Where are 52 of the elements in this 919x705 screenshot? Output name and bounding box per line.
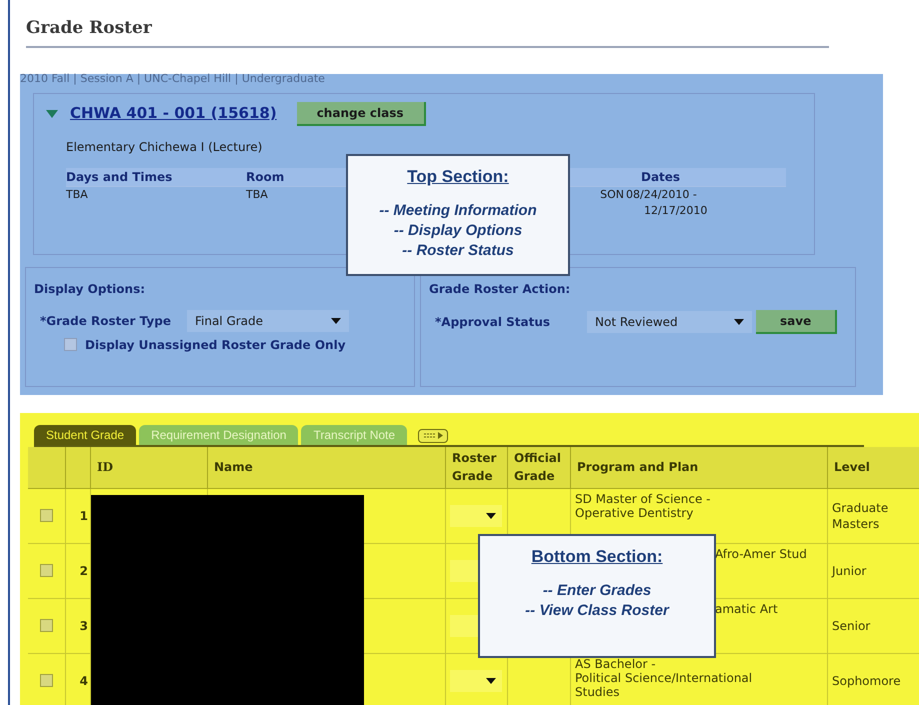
column-header: Program and Plan xyxy=(571,446,828,488)
dropdown[interactable]: Final Grade xyxy=(186,310,349,332)
save-button[interactable]: save xyxy=(756,310,838,334)
column-header: ID xyxy=(91,446,208,488)
table-cell-text: Sophomore xyxy=(831,672,902,690)
column-header: Days and Times xyxy=(66,168,174,186)
checkbox[interactable] xyxy=(64,338,77,351)
caret-icon xyxy=(486,678,496,684)
callout-line: -- Meeting Information xyxy=(379,201,537,221)
checkbox-label: Display Unassigned Roster Grade Only xyxy=(85,336,346,354)
checkbox[interactable] xyxy=(40,619,53,632)
callout-line: -- Display Options xyxy=(394,221,522,241)
change-class-button[interactable]: change class xyxy=(296,102,426,126)
checkbox[interactable] xyxy=(40,674,53,687)
caret-icon xyxy=(734,318,744,324)
table-cell-text: SON xyxy=(600,186,624,202)
field-label: *Grade Roster Type xyxy=(40,312,171,330)
row-number: 3 xyxy=(80,618,88,634)
class-description: Elementary Chichewa I (Lecture) xyxy=(66,138,264,156)
page-title: Grade Roster xyxy=(26,16,829,48)
column-header: Level xyxy=(828,446,919,488)
field-label: *Approval Status xyxy=(435,314,552,330)
row-number: 4 xyxy=(80,672,88,690)
term-text: 2010 Fall | Session A | UNC-Chapel Hill | Undergraduate xyxy=(20,70,326,87)
table-cell-text: TBA xyxy=(66,186,89,202)
class-link[interactable]: CHWA 401 - 001 (15618) xyxy=(70,102,277,125)
section-heading: Display Options: xyxy=(34,280,146,298)
checkbox[interactable] xyxy=(40,564,53,577)
tab[interactable]: Student Grade xyxy=(34,424,136,444)
show-columns-icon[interactable] xyxy=(418,428,448,442)
row-number: 2 xyxy=(80,562,88,580)
dropdown[interactable]: Not Reviewed xyxy=(587,310,752,332)
table-cell-text: 08/24/2010 - 12/17/2010 xyxy=(626,186,708,219)
table-cell-text: Junior xyxy=(830,562,868,580)
grade-dropdown[interactable] xyxy=(450,504,502,526)
caret-icon xyxy=(486,512,496,518)
table-cell: TBA xyxy=(246,188,268,200)
callout-title: Top Section: xyxy=(407,166,509,188)
table-cell-text: Graduate Masters xyxy=(831,500,890,532)
table-cell-text: Senior xyxy=(831,618,872,634)
section-heading: Grade Roster Action: xyxy=(429,280,572,298)
caret-icon xyxy=(330,318,341,324)
grade-dropdown[interactable] xyxy=(450,670,502,692)
column-header: Room xyxy=(246,170,284,184)
column-header: Dates xyxy=(640,168,682,186)
row-number: 1 xyxy=(80,508,88,524)
column-header: Roster Grade xyxy=(446,446,508,488)
column-header: Name xyxy=(208,446,446,488)
checkbox[interactable] xyxy=(40,509,53,522)
expand-triangle-icon[interactable] xyxy=(46,110,58,118)
column-header: Official Grade xyxy=(508,446,571,488)
callout-line: -- Roster Status xyxy=(402,241,514,261)
